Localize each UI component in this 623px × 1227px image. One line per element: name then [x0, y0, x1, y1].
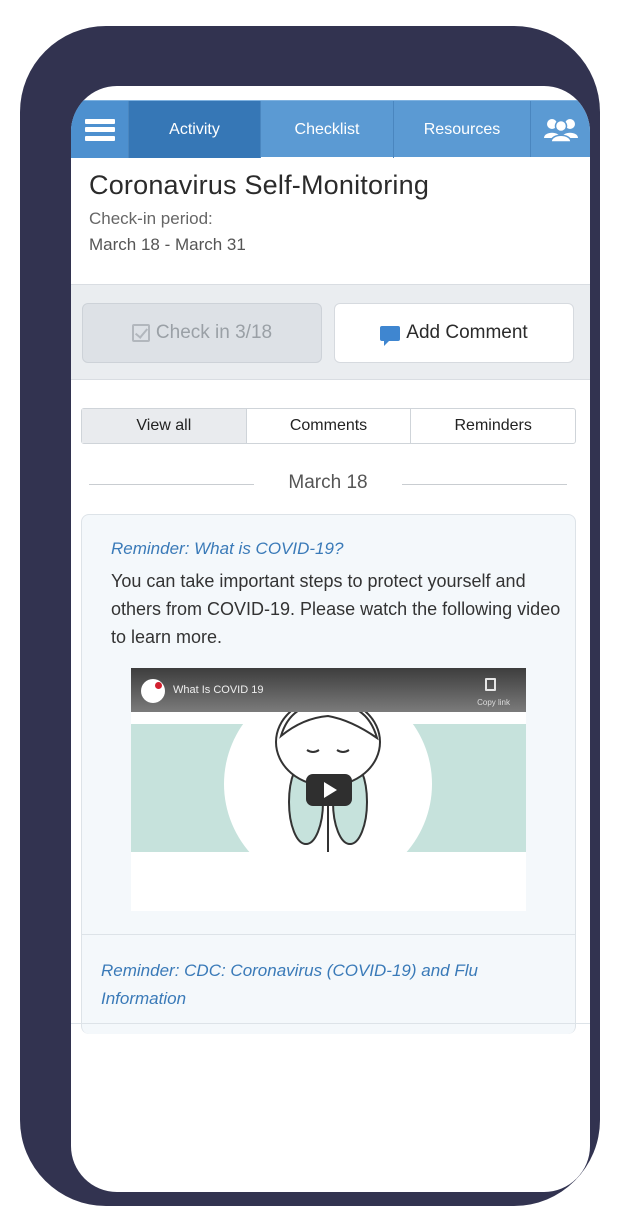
checkin-period-label: Check-in period:	[89, 209, 213, 228]
filter-comments[interactable]: Comments	[245, 409, 411, 443]
reminder-title-link[interactable]: Reminder: What is COVID-19?	[111, 539, 343, 559]
app-screen: Activity Checklist Resources Coronavirus…	[71, 86, 590, 1192]
checkin-period-dates: March 18 - March 31	[89, 235, 246, 254]
play-button-icon[interactable]	[306, 774, 352, 806]
menu-button[interactable]	[71, 101, 128, 158]
video-illustration	[224, 712, 432, 888]
copy-link-label[interactable]: Copy link	[477, 698, 510, 707]
comment-bubble-icon	[380, 325, 401, 346]
reminder-body: You can take important steps to protect …	[111, 571, 561, 647]
video-player[interactable]: What Is COVID 19 Copy link	[131, 668, 526, 911]
reminder-cdc-link[interactable]: Reminder: CDC: Coronavirus (COVID-19) an…	[101, 957, 551, 1013]
filter-view-all[interactable]: View all	[82, 409, 246, 443]
tab-activity[interactable]: Activity	[128, 101, 260, 158]
top-nav-bar: Activity Checklist Resources	[71, 100, 590, 158]
channel-logo-icon	[141, 679, 165, 703]
content-bottom-border	[71, 1023, 590, 1024]
check-in-button[interactable]: Check in 3/18	[82, 303, 322, 363]
users-group-icon	[543, 119, 578, 142]
add-comment-label: Add Comment	[406, 322, 528, 343]
page-header: Coronavirus Self-Monitoring Check-in per…	[89, 170, 569, 255]
check-in-label: Check in 3/18	[155, 322, 273, 343]
tab-resources[interactable]: Resources	[393, 101, 530, 158]
checkbox-icon	[131, 324, 150, 342]
video-title-bar: What Is COVID 19 Copy link	[131, 668, 526, 712]
hamburger-menu-icon	[84, 118, 115, 141]
add-comment-button[interactable]: Add Comment	[334, 303, 574, 363]
action-bar: Check in 3/18 Add Comment	[71, 284, 590, 380]
feed-filter: View all Comments Reminders	[81, 408, 576, 444]
video-title: What Is COVID 19	[173, 684, 264, 696]
copy-link-icon[interactable]	[485, 678, 496, 691]
tab-checklist[interactable]: Checklist	[260, 101, 393, 158]
date-divider: March 18	[89, 472, 567, 496]
page-title: Coronavirus Self-Monitoring	[89, 170, 430, 200]
divider-rule	[402, 484, 567, 485]
card-separator	[82, 934, 575, 935]
phone-frame: Activity Checklist Resources Coronavirus…	[20, 26, 600, 1206]
feed-date: March 18	[288, 472, 368, 493]
filter-reminders[interactable]: Reminders	[410, 409, 575, 443]
group-button[interactable]	[530, 101, 590, 157]
feed-card: Reminder: What is COVID-19? You can take…	[81, 514, 576, 1034]
